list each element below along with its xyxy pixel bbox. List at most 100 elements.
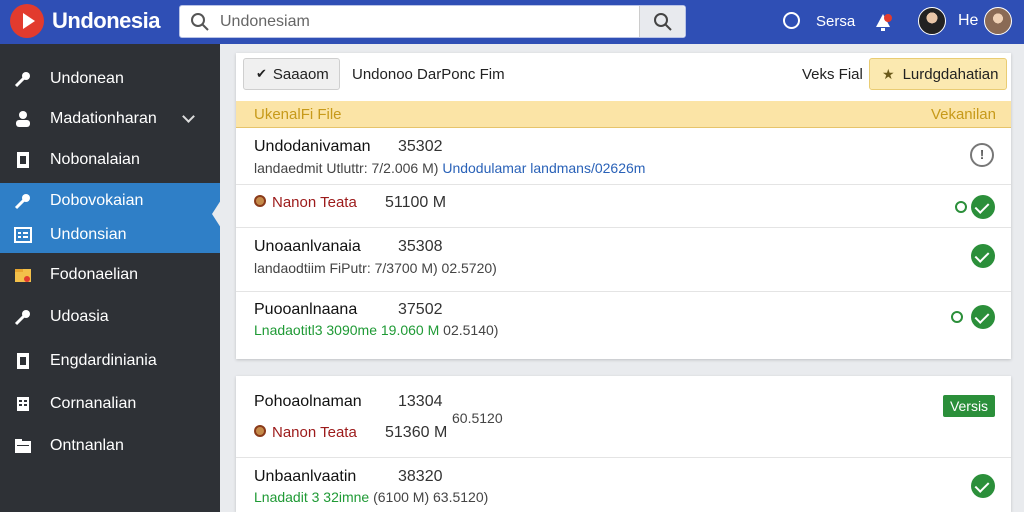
row-meta-size: 7/2.006 M): [371, 160, 439, 176]
row-meta-extra: 63.5120): [433, 489, 489, 505]
row-meta: landaodtiim FiPutr: 7/3700 M) 02.5720): [254, 260, 497, 276]
row-number: 35308: [398, 238, 443, 255]
column-header-version[interactable]: Vekanilan: [931, 106, 996, 123]
search-input[interactable]: [220, 10, 640, 34]
tag-icon: [254, 195, 266, 207]
row-meta-extra: 02.5140): [443, 322, 499, 338]
search-button[interactable]: [639, 6, 685, 37]
row-meta-size: (6100 M): [373, 489, 430, 505]
logo-play-icon: [10, 4, 44, 38]
sidebar-item-ontnanlan[interactable]: Ontnanlan: [0, 428, 220, 464]
row-name: Unbaanlvaatin: [254, 468, 357, 485]
row-file-link[interactable]: Undodulamar landmans/02626m: [442, 160, 645, 176]
search-icon: [654, 13, 672, 31]
sidebar-item-nobonalaian[interactable]: Nobonalaian: [0, 142, 220, 178]
search-toggle-button[interactable]: ✔ Saaaom: [243, 58, 340, 90]
row-sub-size: 51360 M: [385, 424, 448, 441]
check-icon: ✔: [256, 66, 267, 81]
row-divider: [236, 184, 1011, 185]
top-bar: Undonesia Sersa He: [0, 0, 1024, 44]
wrench-icon: [12, 306, 34, 328]
folder-icon: [12, 264, 34, 286]
row-meta-label: landaedmit Utluttr:: [254, 160, 368, 176]
header-he-label[interactable]: He: [958, 12, 978, 30]
avatar[interactable]: [918, 7, 946, 35]
status-dot-icon: [951, 311, 963, 323]
row-number: 37502: [398, 301, 443, 318]
chevron-down-icon[interactable]: [182, 110, 195, 123]
row-meta: landaedmit Utluttr: 7/2.006 M) Undodulam…: [254, 160, 645, 176]
row-divider: [236, 227, 1011, 228]
column-header-file[interactable]: UkenalFi File: [254, 106, 342, 123]
sidebar-item-undonean[interactable]: Undonean: [0, 61, 220, 97]
sidebar-item-label: Undonean: [50, 70, 124, 87]
wrench-icon: [12, 68, 34, 90]
row-meta-extra: 60.5120: [452, 410, 503, 426]
sidebar: Undonean Madationharan Nobonalaian Dobov…: [0, 44, 221, 512]
folder-icon: [12, 435, 34, 457]
check-icon[interactable]: [971, 305, 995, 329]
list-icon: [12, 224, 34, 246]
panel-title: Undonoo DarPonc Fim: [352, 66, 505, 83]
row-name: Pohoaolnaman: [254, 393, 362, 410]
row-meta-label: Lnadaotitl3 3090me: [254, 322, 377, 338]
sidebar-item-fodonaelian[interactable]: Fodonaelian: [0, 257, 220, 293]
check-icon[interactable]: [971, 244, 995, 268]
row-number: 38320: [398, 468, 443, 485]
active-indicator: [212, 200, 221, 228]
notification-icon[interactable]: [872, 11, 894, 33]
info-icon[interactable]: !: [970, 143, 994, 167]
row-meta-label: landaodtiim FiPutr:: [254, 260, 371, 276]
sidebar-item-label: Udoasia: [50, 308, 109, 325]
row-meta-extra: 02.5720): [441, 260, 497, 276]
header-user-text[interactable]: Sersa: [816, 13, 855, 30]
check-icon[interactable]: [971, 474, 995, 498]
row-meta-label: Lnadadit 3 32imne: [254, 489, 370, 505]
sidebar-item-label: Engdardiniania: [50, 352, 157, 369]
sidebar-item-undonsian[interactable]: Undonsian: [0, 217, 220, 253]
row-number: 13304: [398, 393, 443, 410]
users-icon: [12, 108, 34, 130]
sidebar-item-label: Fodonaelian: [50, 266, 139, 283]
sidebar-item-label: Ontnanlan: [50, 437, 124, 454]
status-dot-icon: [955, 201, 967, 213]
primary-action-label: Lurdgdahatian: [902, 65, 999, 83]
row-divider: [236, 457, 1011, 458]
row-meta: Lnadadit 3 32imne (6100 M) 63.5120): [254, 489, 488, 505]
star-icon: ★: [882, 65, 895, 82]
row-number: 35302: [398, 138, 443, 155]
search-bar: [179, 5, 686, 38]
document-icon: [12, 350, 34, 372]
sidebar-item-dobovokaian[interactable]: Dobovokaian: [0, 183, 220, 219]
row-name: Undodanivaman: [254, 138, 371, 155]
row-meta-size: 7/3700 M): [374, 260, 438, 276]
app-logo[interactable]: Undonesia: [10, 4, 160, 38]
app-title: Undonesia: [52, 8, 160, 33]
search-toggle-label: Saaaom: [272, 65, 329, 83]
row-name: Unoaanlvanaia: [254, 238, 361, 255]
sidebar-item-label: Dobovokaian: [50, 192, 144, 209]
table-header: UkenalFi File Vekanilan: [236, 101, 1011, 128]
sidebar-item-label: Nobonalaian: [50, 151, 140, 168]
sidebar-item-engdardiniania[interactable]: Engdardiniania: [0, 343, 220, 379]
view-file-link[interactable]: Veks Fial: [802, 66, 863, 83]
sidebar-item-cornanalian[interactable]: Cornanalian: [0, 386, 220, 422]
sidebar-item-label: Undonsian: [50, 226, 127, 243]
row-meta: Lnadaotitl3 3090me 19.060 M 02.5140): [254, 322, 498, 338]
sidebar-item-udoasia[interactable]: Udoasia: [0, 299, 220, 335]
sidebar-item-label: Cornanalian: [50, 395, 137, 412]
sidebar-item-madationharan[interactable]: Madationharan: [0, 101, 220, 137]
wrench-icon: [12, 190, 34, 212]
tag-icon: [254, 425, 266, 437]
check-icon[interactable]: [971, 195, 995, 219]
row-divider: [236, 291, 1011, 292]
row-sub-size: 51100 M: [385, 194, 447, 211]
row-sub-label: Nanon Teata: [272, 194, 357, 211]
version-badge[interactable]: Versis: [943, 395, 995, 417]
search-icon: [191, 13, 209, 31]
status-circle-icon[interactable]: [783, 12, 800, 29]
row-meta-size: 19.060 M: [380, 322, 440, 338]
user-avatar[interactable]: [984, 7, 1012, 35]
document-icon: [12, 149, 34, 171]
primary-action-button[interactable]: ★ Lurdgdahatian: [869, 58, 1007, 90]
